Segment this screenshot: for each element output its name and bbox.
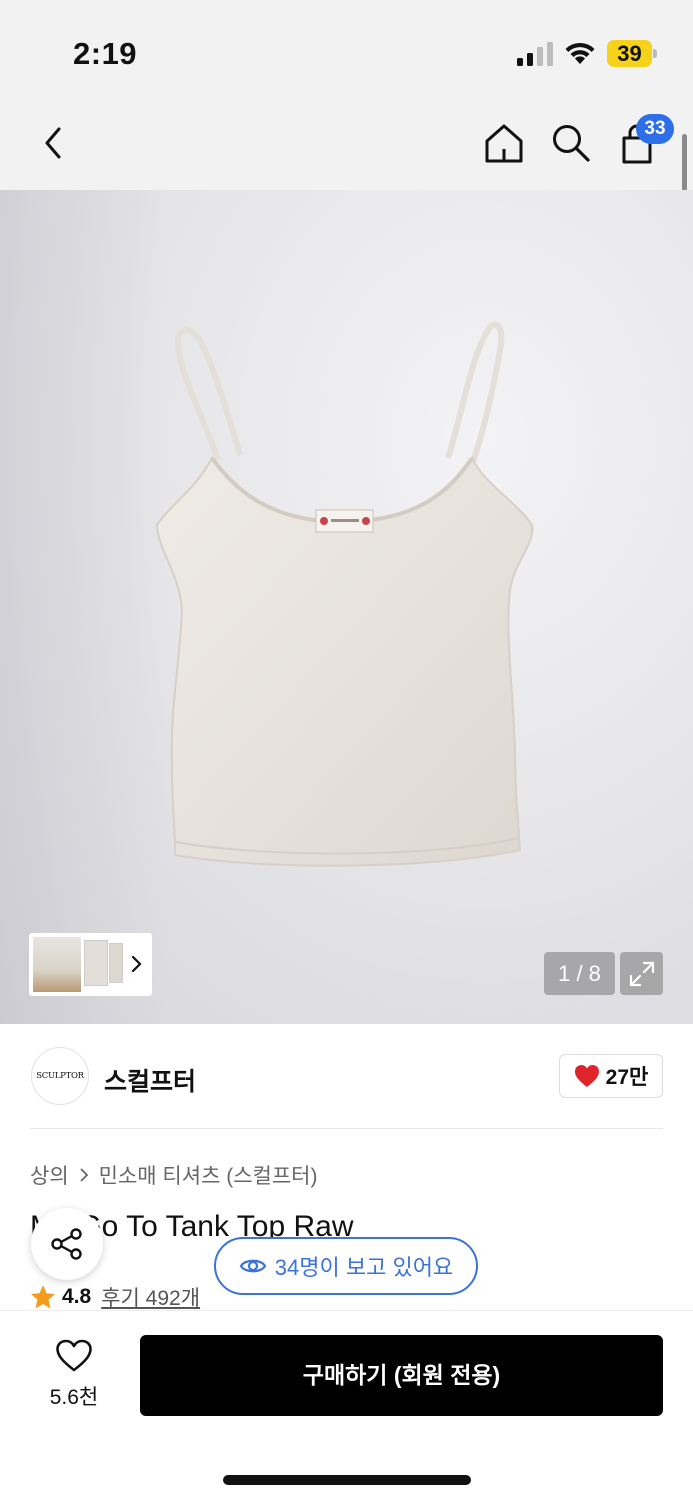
thumbnail-strip[interactable]	[29, 933, 152, 996]
cart-count-badge: 33	[636, 114, 674, 144]
heart-icon	[574, 1065, 599, 1087]
thumbnail-model	[33, 937, 81, 992]
chevron-right-icon	[131, 955, 142, 973]
home-icon	[485, 124, 523, 163]
eye-icon	[239, 1259, 267, 1273]
chevron-right-icon	[80, 1168, 88, 1182]
product-image-tank-top	[155, 321, 534, 867]
breadcrumb: 상의 민소매 티셔츠 (스컬프터)	[30, 1160, 318, 1190]
bottom-purchase-bar: 5.6천 구매하기 (회원 전용)	[0, 1310, 693, 1500]
brand-row[interactable]: SCULPTOR 스컬프터 27만	[0, 1024, 693, 1129]
share-button[interactable]	[31, 1208, 103, 1280]
breadcrumb-subcategory[interactable]: 민소매 티셔츠 (스컬프터)	[99, 1160, 318, 1190]
viewers-count-pill: 34명이 보고 있어요	[214, 1237, 478, 1295]
wishlist-button[interactable]: 5.6천	[30, 1337, 118, 1413]
review-count-link[interactable]: 후기 492개	[101, 1282, 200, 1312]
wishlist-count: 5.6천	[49, 1386, 99, 1409]
status-time: 2:19	[73, 36, 138, 71]
star-icon	[31, 1285, 55, 1309]
search-button[interactable]	[546, 118, 596, 168]
expand-image-button[interactable]	[620, 952, 663, 995]
top-nav-bar	[0, 100, 693, 190]
brand-like-button[interactable]: 27만	[559, 1054, 663, 1098]
product-image-gallery[interactable]: 1 / 8	[0, 190, 693, 1024]
brand-name[interactable]: 스컬프터	[104, 1062, 196, 1098]
status-bar: 2:19 39	[0, 0, 693, 100]
brand-logo[interactable]: SCULPTOR	[31, 1047, 89, 1105]
viewers-count-text: 34명이 보고 있어요	[274, 1255, 454, 1280]
back-icon	[45, 127, 61, 159]
wifi-icon	[565, 42, 595, 64]
expand-icon	[629, 961, 654, 986]
product-rating: 4.8 후기 492개	[30, 1282, 200, 1312]
heart-icon	[56, 1339, 92, 1372]
home-button[interactable]	[479, 118, 529, 168]
signal-icon	[517, 42, 553, 66]
search-icon	[553, 125, 590, 162]
share-icon	[51, 1228, 82, 1260]
thumbnail-product-2	[109, 943, 123, 983]
battery-indicator: 39	[607, 40, 657, 67]
breadcrumb-category[interactable]: 상의	[30, 1160, 69, 1190]
battery-cap	[653, 49, 657, 58]
buy-button[interactable]: 구매하기 (회원 전용)	[140, 1335, 663, 1416]
home-indicator	[223, 1475, 471, 1485]
image-page-counter: 1 / 8	[544, 952, 615, 995]
divider	[30, 1128, 663, 1129]
rating-score: 4.8	[62, 1285, 92, 1308]
brand-like-count: 27만	[605, 1066, 649, 1089]
back-button[interactable]	[27, 118, 77, 168]
thumbnail-product	[84, 940, 108, 986]
battery-level: 39	[617, 41, 642, 66]
